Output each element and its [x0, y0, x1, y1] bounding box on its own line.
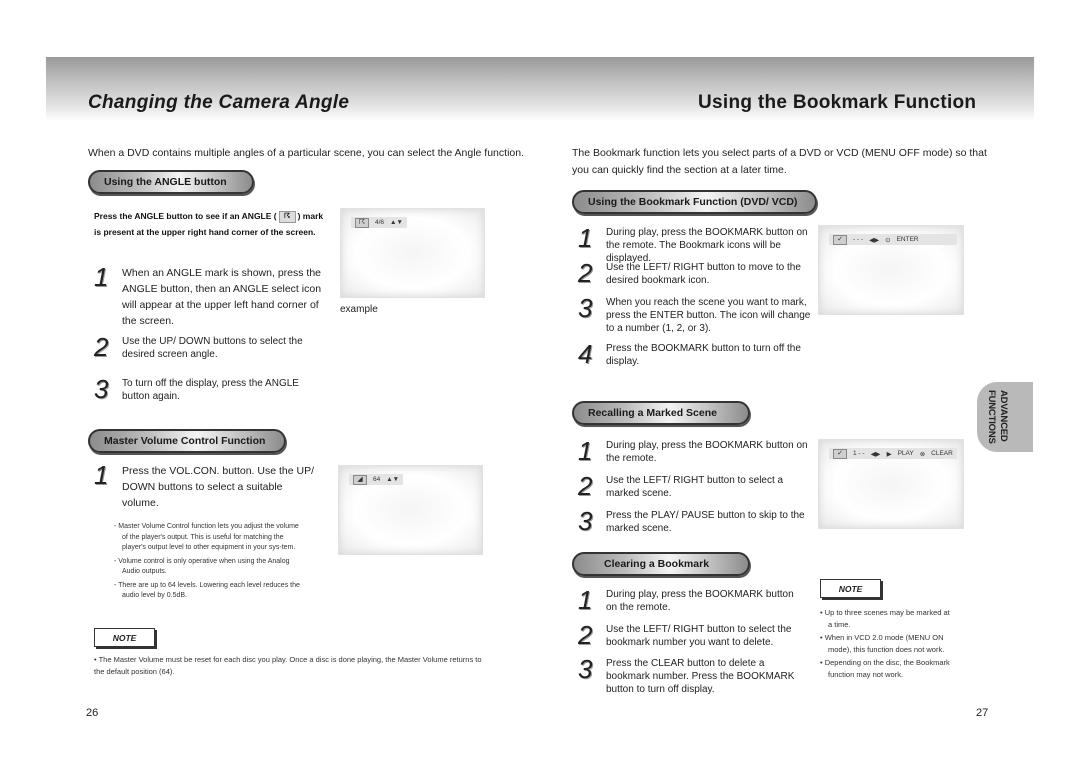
list-item: - There are up to 64 levels. Lowering ea…: [114, 581, 300, 600]
left-right-arrows-icon: ◀▶: [870, 450, 881, 458]
up-down-arrows-icon: ▲▼: [390, 219, 403, 226]
volume-screen-example: ◢ 64 ▲▼: [338, 465, 483, 555]
page-number-right: 27: [976, 707, 989, 719]
angle-icon: ☈: [355, 217, 369, 228]
right-note-list: • Up to three scenes may be marked at a …: [820, 607, 955, 682]
clear-label: CLEAR: [931, 450, 953, 457]
step-number: 2: [94, 332, 109, 362]
step-number: 1: [578, 436, 593, 466]
angle-icon: ☈: [278, 210, 296, 223]
clear-step-2: 2 Use the LEFT/ RIGHT button to select t…: [578, 620, 803, 650]
angle-step-2: 2 Use the UP/ DOWN buttons to select the…: [94, 332, 324, 362]
osd-value: 64: [373, 476, 381, 483]
step-number: 1: [94, 262, 109, 292]
step-text: Use the LEFT/ RIGHT button to select the…: [606, 624, 792, 648]
step-text: Use the LEFT/ RIGHT button to select a m…: [606, 475, 784, 499]
step-text: To turn off the display, press the ANGLE…: [122, 378, 299, 402]
angle-note: Press the ANGLE button to see if an ANGL…: [94, 208, 324, 240]
side-tab-label: ADVANCED FUNCTIONS: [985, 390, 1009, 444]
step-number: 3: [578, 293, 593, 323]
play-icon: ▶: [886, 450, 892, 458]
angle-step-1: 1 When an ANGLE mark is shown, press the…: [94, 262, 324, 329]
bookmark-slots: 1 - -: [853, 450, 865, 457]
recall-step-2: 2 Use the LEFT/ RIGHT button to select a…: [578, 471, 813, 501]
recall-step-1: 1 During play, press the BOOKMARK button…: [578, 436, 813, 466]
bookmark-step-1: 1 During play, press the BOOKMARK button…: [578, 223, 813, 265]
clear-step-3: 3 Press the CLEAR button to delete a boo…: [578, 654, 803, 696]
clear-section-heading-text: Clearing a Bookmark: [604, 558, 710, 570]
step-number: 2: [578, 471, 593, 501]
bookmark-osd: ✓ - - - ◀▶ ⊙ ENTER: [829, 234, 957, 245]
bookmark-slots: - - -: [853, 236, 864, 243]
step-number: 1: [578, 585, 593, 615]
advanced-functions-tab: ADVANCED FUNCTIONS: [977, 382, 1033, 452]
volume-icon: ◢: [353, 474, 367, 485]
step-text: Press the BOOKMARK button to turn off th…: [606, 343, 801, 367]
step-number: 1: [94, 460, 109, 490]
bookmark-screen-example: ✓ - - - ◀▶ ⊙ ENTER: [818, 225, 964, 315]
left-page-title: Changing the Camera Angle: [88, 92, 350, 113]
recall-section-heading: Recalling a Marked Scene: [572, 401, 750, 425]
page-number-left: 26: [86, 707, 99, 719]
clear-icon: ⊗: [919, 450, 926, 458]
clear-step-1: 1 During play, press the BOOKMARK button…: [578, 585, 803, 615]
up-down-arrows-icon: ▲▼: [386, 476, 400, 483]
angle-note-text-1: Press the ANGLE button to see if an ANGL…: [94, 211, 277, 221]
enter-label: ENTER: [896, 236, 919, 243]
bookmark-icon: ✓: [833, 234, 847, 245]
bookmark-icon: ✓: [833, 448, 847, 459]
angle-section-heading: Using the ANGLE button: [88, 170, 254, 194]
bookmark-step-4: 4 Press the BOOKMARK button to turn off …: [578, 339, 813, 369]
list-item: • When in VCD 2.0 mode (MENU ON mode), t…: [820, 633, 945, 654]
recall-screen-example: ✓ 1 - - ◀▶ ▶ PLAY ⊗ CLEAR: [818, 439, 964, 529]
step-number: 3: [578, 654, 593, 684]
recall-step-3: 3 Press the PLAY/ PAUSE button to skip t…: [578, 506, 813, 536]
recall-osd: ✓ 1 - - ◀▶ ▶ PLAY ⊗ CLEAR: [829, 448, 957, 459]
angle-osd: ☈ 4/6 ▲▼: [351, 217, 407, 228]
step-text: Use the LEFT/ RIGHT button to move to th…: [606, 262, 801, 286]
volume-step-1: 1 Press the VOL.CON. button. Use the UP/…: [94, 460, 314, 511]
step-text: During play, press the BOOKMARK button o…: [606, 227, 808, 264]
step-text: Press the CLEAR button to delete a bookm…: [606, 658, 795, 695]
osd-value: 4/6: [375, 219, 385, 226]
right-intro: The Bookmark function lets you select pa…: [572, 147, 987, 176]
angle-step-3: 3 To turn off the display, press the ANG…: [94, 374, 324, 404]
step-text: Use the UP/ DOWN buttons to select the d…: [122, 336, 303, 360]
volume-osd: ◢ 64 ▲▼: [349, 474, 404, 485]
step-text: During play, press the BOOKMARK button o…: [606, 440, 808, 464]
list-item: • Depending on the disc, the Bookmark fu…: [820, 658, 950, 679]
example-caption: example: [340, 304, 378, 315]
volume-notes-list: - Master Volume Control function lets yo…: [114, 522, 304, 605]
step-number: 3: [94, 374, 109, 404]
step-number: 1: [578, 223, 593, 253]
step-number: 4: [578, 339, 593, 369]
step-number: 2: [578, 258, 593, 288]
list-item: - Volume control is only operative when …: [114, 557, 290, 576]
step-number: 3: [578, 506, 593, 536]
left-intro: When a DVD contains multiple angles of a…: [88, 147, 524, 159]
bookmark-section-heading: Using the Bookmark Function (DVD/ VCD): [572, 190, 817, 214]
right-page-title: Using the Bookmark Function: [698, 92, 977, 113]
angle-screen-example: ☈ 4/6 ▲▼: [340, 208, 485, 298]
step-text: Press the VOL.CON. button. Use the UP/ D…: [122, 465, 314, 509]
step-text: When an ANGLE mark is shown, press the A…: [122, 267, 322, 327]
left-note-text: • The Master Volume must be reset for ea…: [94, 655, 482, 676]
left-note-label: NOTE: [94, 628, 155, 647]
step-text: When you reach the scene you want to mar…: [606, 297, 811, 334]
bookmark-step-3: 3 When you reach the scene you want to m…: [578, 293, 813, 335]
list-item: - Master Volume Control function lets yo…: [114, 523, 299, 551]
right-note-label: NOTE: [820, 579, 881, 598]
clear-section-heading: Clearing a Bookmark: [572, 552, 750, 576]
volume-section-heading: Master Volume Control Function: [88, 429, 286, 453]
step-number: 2: [578, 620, 593, 650]
bookmark-step-2: 2 Use the LEFT/ RIGHT button to move to …: [578, 258, 813, 288]
play-label: PLAY: [897, 450, 914, 457]
side-tab-line-1: ADVANCED: [998, 390, 1009, 442]
step-text: During play, press the BOOKMARK button o…: [606, 589, 794, 613]
left-right-arrows-icon: ◀▶: [869, 236, 880, 244]
enter-icon: ⊙: [885, 236, 891, 244]
list-item: • Up to three scenes may be marked at a …: [820, 608, 950, 629]
side-tab-line-2: FUNCTIONS: [986, 390, 997, 444]
step-text: Press the PLAY/ PAUSE button to skip to …: [606, 510, 805, 534]
